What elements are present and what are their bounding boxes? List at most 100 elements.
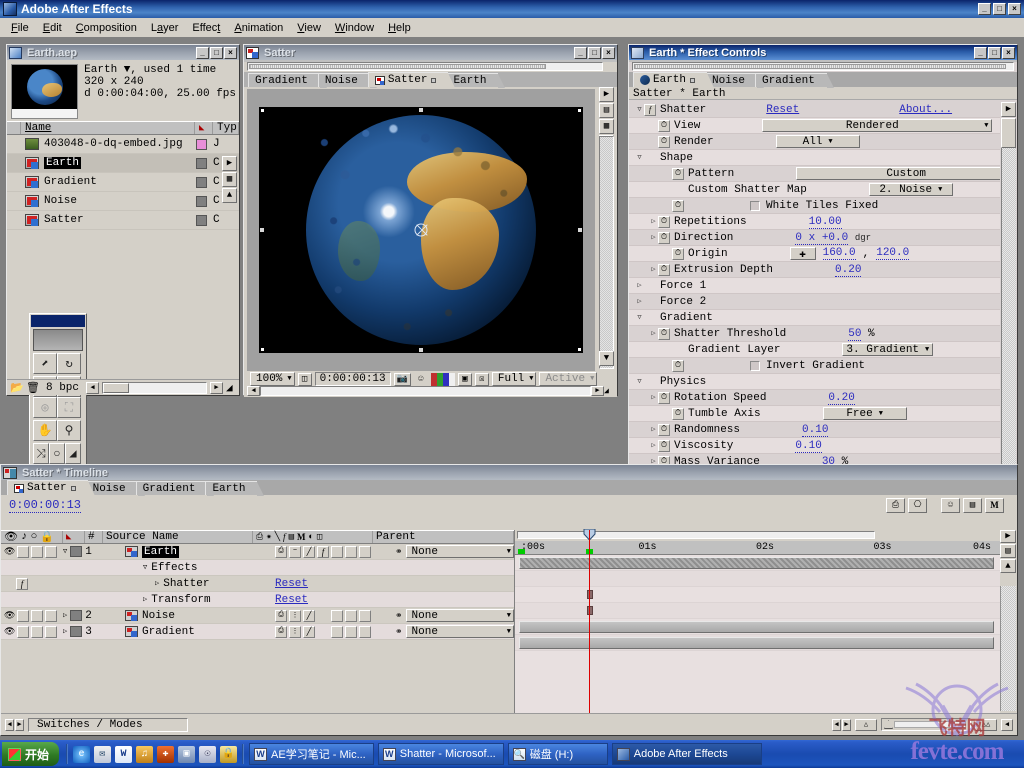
effect-property-row[interactable]: ⏱ Pattern Custom▼: [629, 166, 1000, 182]
security-icon[interactable]: 🔒: [220, 745, 238, 763]
layer-property-row[interactable]: ▽ Effects: [1, 560, 514, 576]
stopwatch-icon[interactable]: ⏱: [658, 391, 670, 404]
stopwatch-icon[interactable]: ⏱: [658, 119, 670, 132]
selection-handle[interactable]: [418, 347, 424, 353]
photo-icon[interactable]: ▣: [178, 745, 196, 763]
property-value[interactable]: Rendered ▼: [700, 119, 1000, 132]
property-value[interactable]: 2. Noise ▼: [807, 183, 1000, 196]
property-value[interactable]: All ▼: [714, 135, 1000, 148]
list-item[interactable]: Noise C: [7, 192, 239, 211]
tab-close-dot-icon[interactable]: [431, 77, 437, 83]
tab-earth[interactable]: Earth: [633, 72, 715, 88]
solo-toggle[interactable]: [31, 625, 44, 638]
property-value[interactable]: 0 x +0.0 dgr: [733, 231, 1000, 245]
clock-icon[interactable]: ☉: [199, 745, 217, 763]
transparency-grid-icon[interactable]: ☒: [474, 372, 489, 386]
property-dropdown[interactable]: 2. Noise ▼: [868, 183, 953, 196]
fx-close-button[interactable]: ×: [1002, 46, 1015, 59]
number-value[interactable]: 0.20: [828, 391, 855, 405]
menu-window[interactable]: Window: [328, 20, 381, 36]
snapshot-icon[interactable]: 📷: [393, 372, 411, 386]
project-minimize-button[interactable]: _: [196, 46, 209, 59]
menu-effect[interactable]: Effect: [185, 20, 227, 36]
channel-rgb-icon[interactable]: [430, 372, 455, 386]
chevron-right-icon[interactable]: ▷: [649, 265, 658, 274]
column-header-name[interactable]: Name: [25, 122, 51, 134]
quality-toggle[interactable]: −: [289, 545, 301, 558]
angle-value[interactable]: 0 x +0.0: [795, 231, 849, 245]
effect-property-row[interactable]: ⏱ White Tiles Fixed: [629, 198, 1000, 214]
timeline-track[interactable]: [515, 603, 1000, 619]
zoom-out-icon[interactable]: △: [855, 718, 877, 731]
comp-mini-icon[interactable]: ▤: [1000, 544, 1016, 558]
property-value[interactable]: 0.10: [740, 423, 1000, 437]
selection-handle[interactable]: [577, 227, 583, 233]
layer-name[interactable]: Gradient: [142, 626, 195, 638]
column-header-number[interactable]: #: [85, 531, 103, 543]
3d-layer-icon[interactable]: ◫: [317, 532, 322, 542]
layer-property-row[interactable]: ▷ Transform Reset: [1, 592, 514, 608]
comp-tab-scrollbar[interactable]: [247, 62, 603, 71]
point-picker-icon[interactable]: ✚: [789, 247, 816, 261]
stopwatch-icon[interactable]: ⏱: [658, 263, 670, 276]
effect-property-row[interactable]: ⏱ Tumble Axis Free ▼: [629, 406, 1000, 422]
anchor-point-icon[interactable]: [414, 223, 428, 237]
menu-layer[interactable]: Layer: [144, 20, 186, 36]
effect-property-row[interactable]: ⏱ Invert Gradient: [629, 358, 1000, 374]
about-link[interactable]: About...: [899, 104, 952, 116]
effect-property-row[interactable]: ▷ ⏱ Repetitions 10.00: [629, 214, 1000, 230]
property-checkbox[interactable]: [750, 200, 760, 211]
parent-link-icon[interactable]: ⚭: [395, 611, 403, 621]
keyframe-marker[interactable]: [587, 606, 593, 615]
property-value[interactable]: 0.20: [766, 391, 1000, 405]
effect-property-row[interactable]: ▷ Force 2: [629, 294, 1000, 310]
comp-time-field[interactable]: 0:00:00:13: [314, 372, 391, 386]
effect-property-row[interactable]: ▽ Gradient: [629, 310, 1000, 326]
stopwatch-icon[interactable]: ⏱: [658, 215, 670, 228]
property-value[interactable]: White Tiles Fixed: [688, 200, 1000, 212]
solo-icon[interactable]: ○: [31, 531, 38, 543]
browser-icon[interactable]: e: [73, 745, 91, 763]
audio-toggle[interactable]: [17, 625, 30, 638]
number-value[interactable]: 10.00: [808, 215, 842, 229]
bit-depth-label[interactable]: 8 bpc: [42, 382, 83, 394]
layer-duration-bar[interactable]: [519, 557, 994, 569]
panel-menu-icon[interactable]: ▶: [1000, 530, 1016, 543]
flowchart-icon[interactable]: ▦: [599, 119, 614, 134]
tab-noise[interactable]: Noise: [317, 73, 377, 88]
fx-toggle[interactable]: f: [317, 545, 329, 558]
solo-toggle[interactable]: [31, 545, 44, 558]
label-swatch[interactable]: [196, 214, 207, 226]
timeline-track[interactable]: [515, 635, 1000, 651]
effects-toggle[interactable]: ╱: [303, 545, 315, 558]
number-value[interactable]: 0.20: [835, 263, 862, 277]
work-area-marker[interactable]: [518, 549, 525, 554]
audio-toggle[interactable]: [17, 609, 30, 622]
timeline-view-scrollbar[interactable]: [515, 528, 1000, 541]
chevron-right-icon[interactable]: ▷: [63, 627, 67, 636]
parent-dropdown[interactable]: None ▼: [405, 625, 514, 638]
mail-icon[interactable]: ✉: [94, 745, 112, 763]
motion-blur-toggle[interactable]: [345, 545, 357, 558]
timeline-track-area[interactable]: :00s 01s 02s 03s 04s: [514, 528, 1000, 713]
task-button[interactable]: Adobe After Effects: [611, 743, 762, 765]
effect-property-row[interactable]: ▷ ⏱ Shatter Threshold 50 %: [629, 326, 1000, 342]
quality-icon[interactable]: ✷: [266, 532, 271, 542]
property-value[interactable]: 10.00: [747, 215, 1000, 229]
scroll-up-icon[interactable]: ▲: [1000, 559, 1016, 573]
switches-modes-toggle[interactable]: Switches / Modes: [28, 717, 188, 732]
scroll-down-button[interactable]: ▼: [599, 351, 614, 367]
selection-handle[interactable]: [260, 108, 265, 113]
resolution-select[interactable]: Full ▼: [491, 372, 537, 386]
media-icon[interactable]: ♫: [136, 745, 154, 763]
layer-row[interactable]: 👁 ▽ 1 Earth ⎙ − ╱ f ⚭ None ▼: [1, 544, 514, 560]
panel-menu-icon[interactable]: ▶: [599, 87, 614, 102]
effect-property-row[interactable]: ⏱ View Rendered ▼: [629, 118, 1000, 134]
stopwatch-icon[interactable]: ⏱: [672, 247, 684, 260]
effect-property-row[interactable]: ▷ Force 1: [629, 278, 1000, 294]
eye-icon[interactable]: 👁: [4, 627, 15, 637]
ellipse-mask-tool[interactable]: ○: [49, 443, 65, 464]
property-value[interactable]: Invert Gradient: [688, 360, 1000, 372]
rotation-tool[interactable]: ↻: [57, 353, 81, 374]
tab-gradient[interactable]: Gradient: [755, 73, 834, 88]
